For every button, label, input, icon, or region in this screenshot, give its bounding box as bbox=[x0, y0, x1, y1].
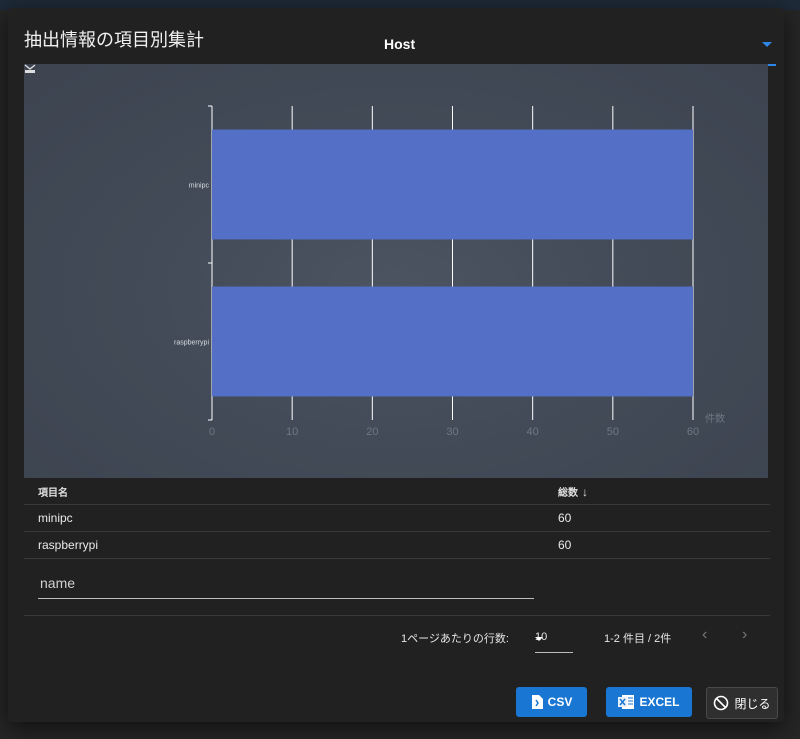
chevron-left-icon[interactable]: ‹ bbox=[702, 626, 707, 644]
chevron-right-icon[interactable]: › bbox=[742, 626, 747, 644]
excel-button[interactable]: EXCEL bbox=[606, 687, 692, 717]
csv-button-label: CSV bbox=[547, 695, 573, 709]
x-tick-label: 20 bbox=[366, 426, 378, 438]
download-icon[interactable] bbox=[24, 64, 36, 74]
row-total: 60 bbox=[558, 531, 770, 559]
name-filter-input[interactable] bbox=[38, 574, 532, 592]
table-row: minipc 60 bbox=[24, 504, 770, 532]
bar-minipc bbox=[212, 129, 693, 240]
x-tick-label: 50 bbox=[607, 426, 619, 438]
name-filter bbox=[38, 570, 534, 599]
chart-svg: 0 10 20 30 40 50 60 件数 minipc raspberrypi bbox=[174, 105, 725, 438]
file-excel-icon bbox=[618, 695, 635, 709]
rows-per-page-label: 1ページあたりの行数: bbox=[401, 633, 509, 645]
x-tick-label: 10 bbox=[286, 426, 298, 438]
header-item-name: 項目名 bbox=[24, 478, 558, 505]
divider bbox=[24, 615, 770, 616]
field-select-value: Host bbox=[384, 36, 416, 52]
arrow-down-icon[interactable]: ↓ bbox=[582, 485, 588, 499]
summary-table: 項目名 総数 ↓ minipc 60 raspberrypi 60 bbox=[24, 478, 770, 559]
page-range: 1-2 件目 / 2件 bbox=[604, 633, 672, 645]
dialog-title: 抽出情報の項目別集計 bbox=[24, 30, 204, 50]
y-tick-label: minipc bbox=[189, 183, 210, 190]
rows-per-page-select[interactable]: 10 bbox=[535, 628, 573, 653]
aggregate-dialog: 抽出情報の項目別集計 Host 0 10 20 30 40 50 60 件数 minipc ras… bbox=[8, 8, 784, 722]
close-button-label: 閉じる bbox=[734, 696, 771, 711]
x-tick-label: 0 bbox=[209, 426, 215, 438]
header-total[interactable]: 総数 ↓ bbox=[558, 478, 770, 505]
file-csv-icon bbox=[531, 695, 543, 709]
header-total-label: 総数 bbox=[558, 487, 578, 499]
csv-button[interactable]: CSV bbox=[516, 687, 587, 717]
close-button[interactable]: 閉じる bbox=[706, 687, 778, 719]
row-name: minipc bbox=[24, 504, 558, 532]
y-tick-label: raspberrypi bbox=[174, 340, 209, 347]
chevron-down-icon bbox=[535, 637, 543, 641]
block-icon bbox=[714, 695, 729, 711]
excel-button-label: EXCEL bbox=[639, 695, 680, 709]
bar-chart: 0 10 20 30 40 50 60 件数 minipc raspberrypi bbox=[24, 64, 768, 478]
chevron-down-icon bbox=[762, 42, 772, 47]
header-item-name-label: 項目名 bbox=[38, 487, 68, 499]
x-axis-label: 件数 bbox=[705, 412, 725, 425]
row-total: 60 bbox=[558, 504, 770, 532]
row-name: raspberrypi bbox=[24, 531, 558, 559]
bar-raspberrypi bbox=[212, 286, 693, 397]
table-row: raspberrypi 60 bbox=[24, 531, 770, 559]
x-tick-label: 40 bbox=[527, 426, 539, 438]
x-tick-label: 30 bbox=[446, 426, 458, 438]
table-header-row: 項目名 総数 ↓ bbox=[24, 478, 770, 505]
x-tick-label: 60 bbox=[687, 426, 699, 438]
field-select[interactable]: Host bbox=[384, 32, 776, 66]
